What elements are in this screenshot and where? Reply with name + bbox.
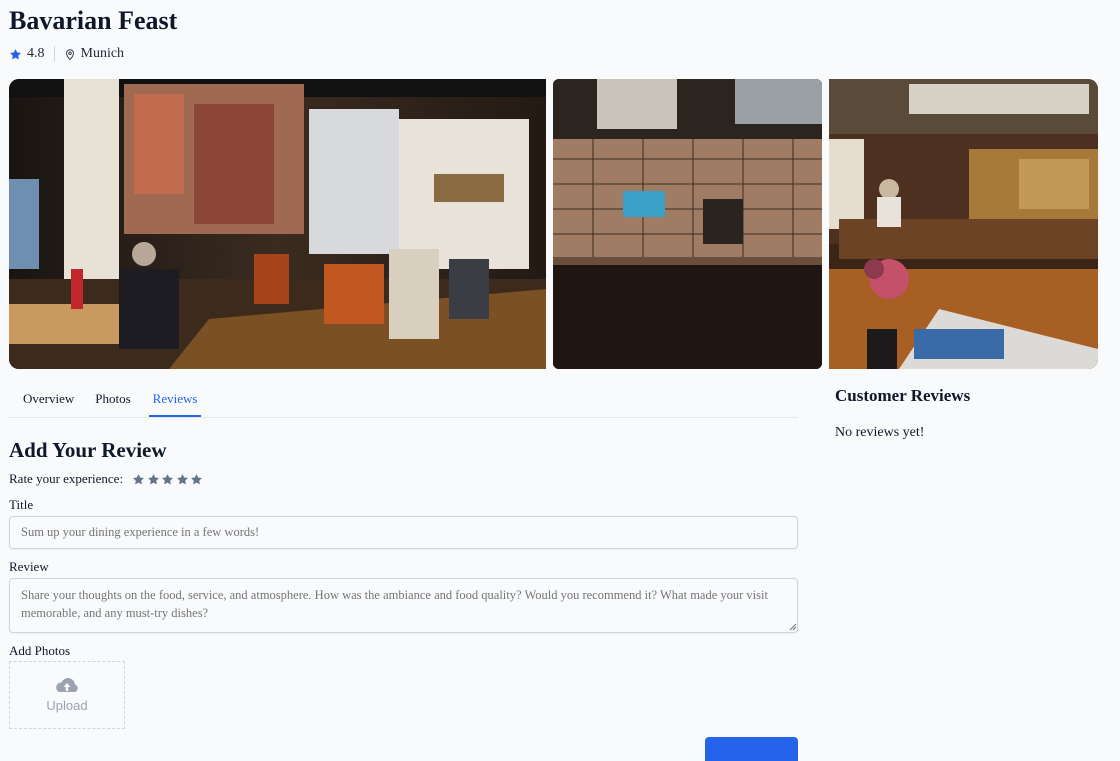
rating-star-icon[interactable] <box>147 473 160 486</box>
star-icon <box>10 48 21 59</box>
customer-reviews-heading: Customer Reviews <box>835 386 971 405</box>
kitchen-counter-photo[interactable] <box>553 79 822 369</box>
restaurant-name: Bavarian Feast <box>9 6 178 35</box>
rate-label: Rate your experience: <box>9 471 124 486</box>
rating-star-icon[interactable] <box>190 473 203 486</box>
cloud-upload-icon <box>56 678 78 692</box>
review-label: Review <box>9 559 49 574</box>
location-pin-icon <box>65 48 74 60</box>
star-rating-input <box>132 473 205 486</box>
tab-photos[interactable]: Photos <box>85 383 141 417</box>
restaurant-tabs: Overview Photos Reviews <box>9 383 798 418</box>
rating-star-icon[interactable] <box>132 473 145 486</box>
restaurant-interior-photo[interactable] <box>9 79 546 369</box>
photo-upload-button[interactable]: Upload <box>9 661 125 729</box>
rating-star-icon[interactable] <box>161 473 174 486</box>
resize-handle-icon[interactable] <box>788 622 797 631</box>
tab-overview[interactable]: Overview <box>9 383 85 417</box>
review-text-input[interactable] <box>9 578 798 633</box>
beer-hall-table-photo[interactable] <box>829 79 1098 369</box>
rating-row: Rate your experience: <box>9 471 205 487</box>
location-text: Munich <box>80 46 125 61</box>
submit-review-button[interactable] <box>705 737 798 761</box>
no-reviews-text: No reviews yet! <box>835 425 925 440</box>
tab-reviews[interactable]: Reviews <box>148 383 202 417</box>
meta-divider <box>53 46 55 62</box>
title-label: Title <box>9 497 34 512</box>
add-review-heading: Add Your Review <box>9 438 167 462</box>
review-title-input[interactable] <box>9 516 798 549</box>
add-photos-label: Add Photos <box>9 643 71 658</box>
upload-label: Upload <box>46 698 88 713</box>
rating-value: 4.8 <box>27 46 45 61</box>
rating-star-icon[interactable] <box>176 473 189 486</box>
restaurant-meta: 4.8 Munich <box>9 46 124 62</box>
